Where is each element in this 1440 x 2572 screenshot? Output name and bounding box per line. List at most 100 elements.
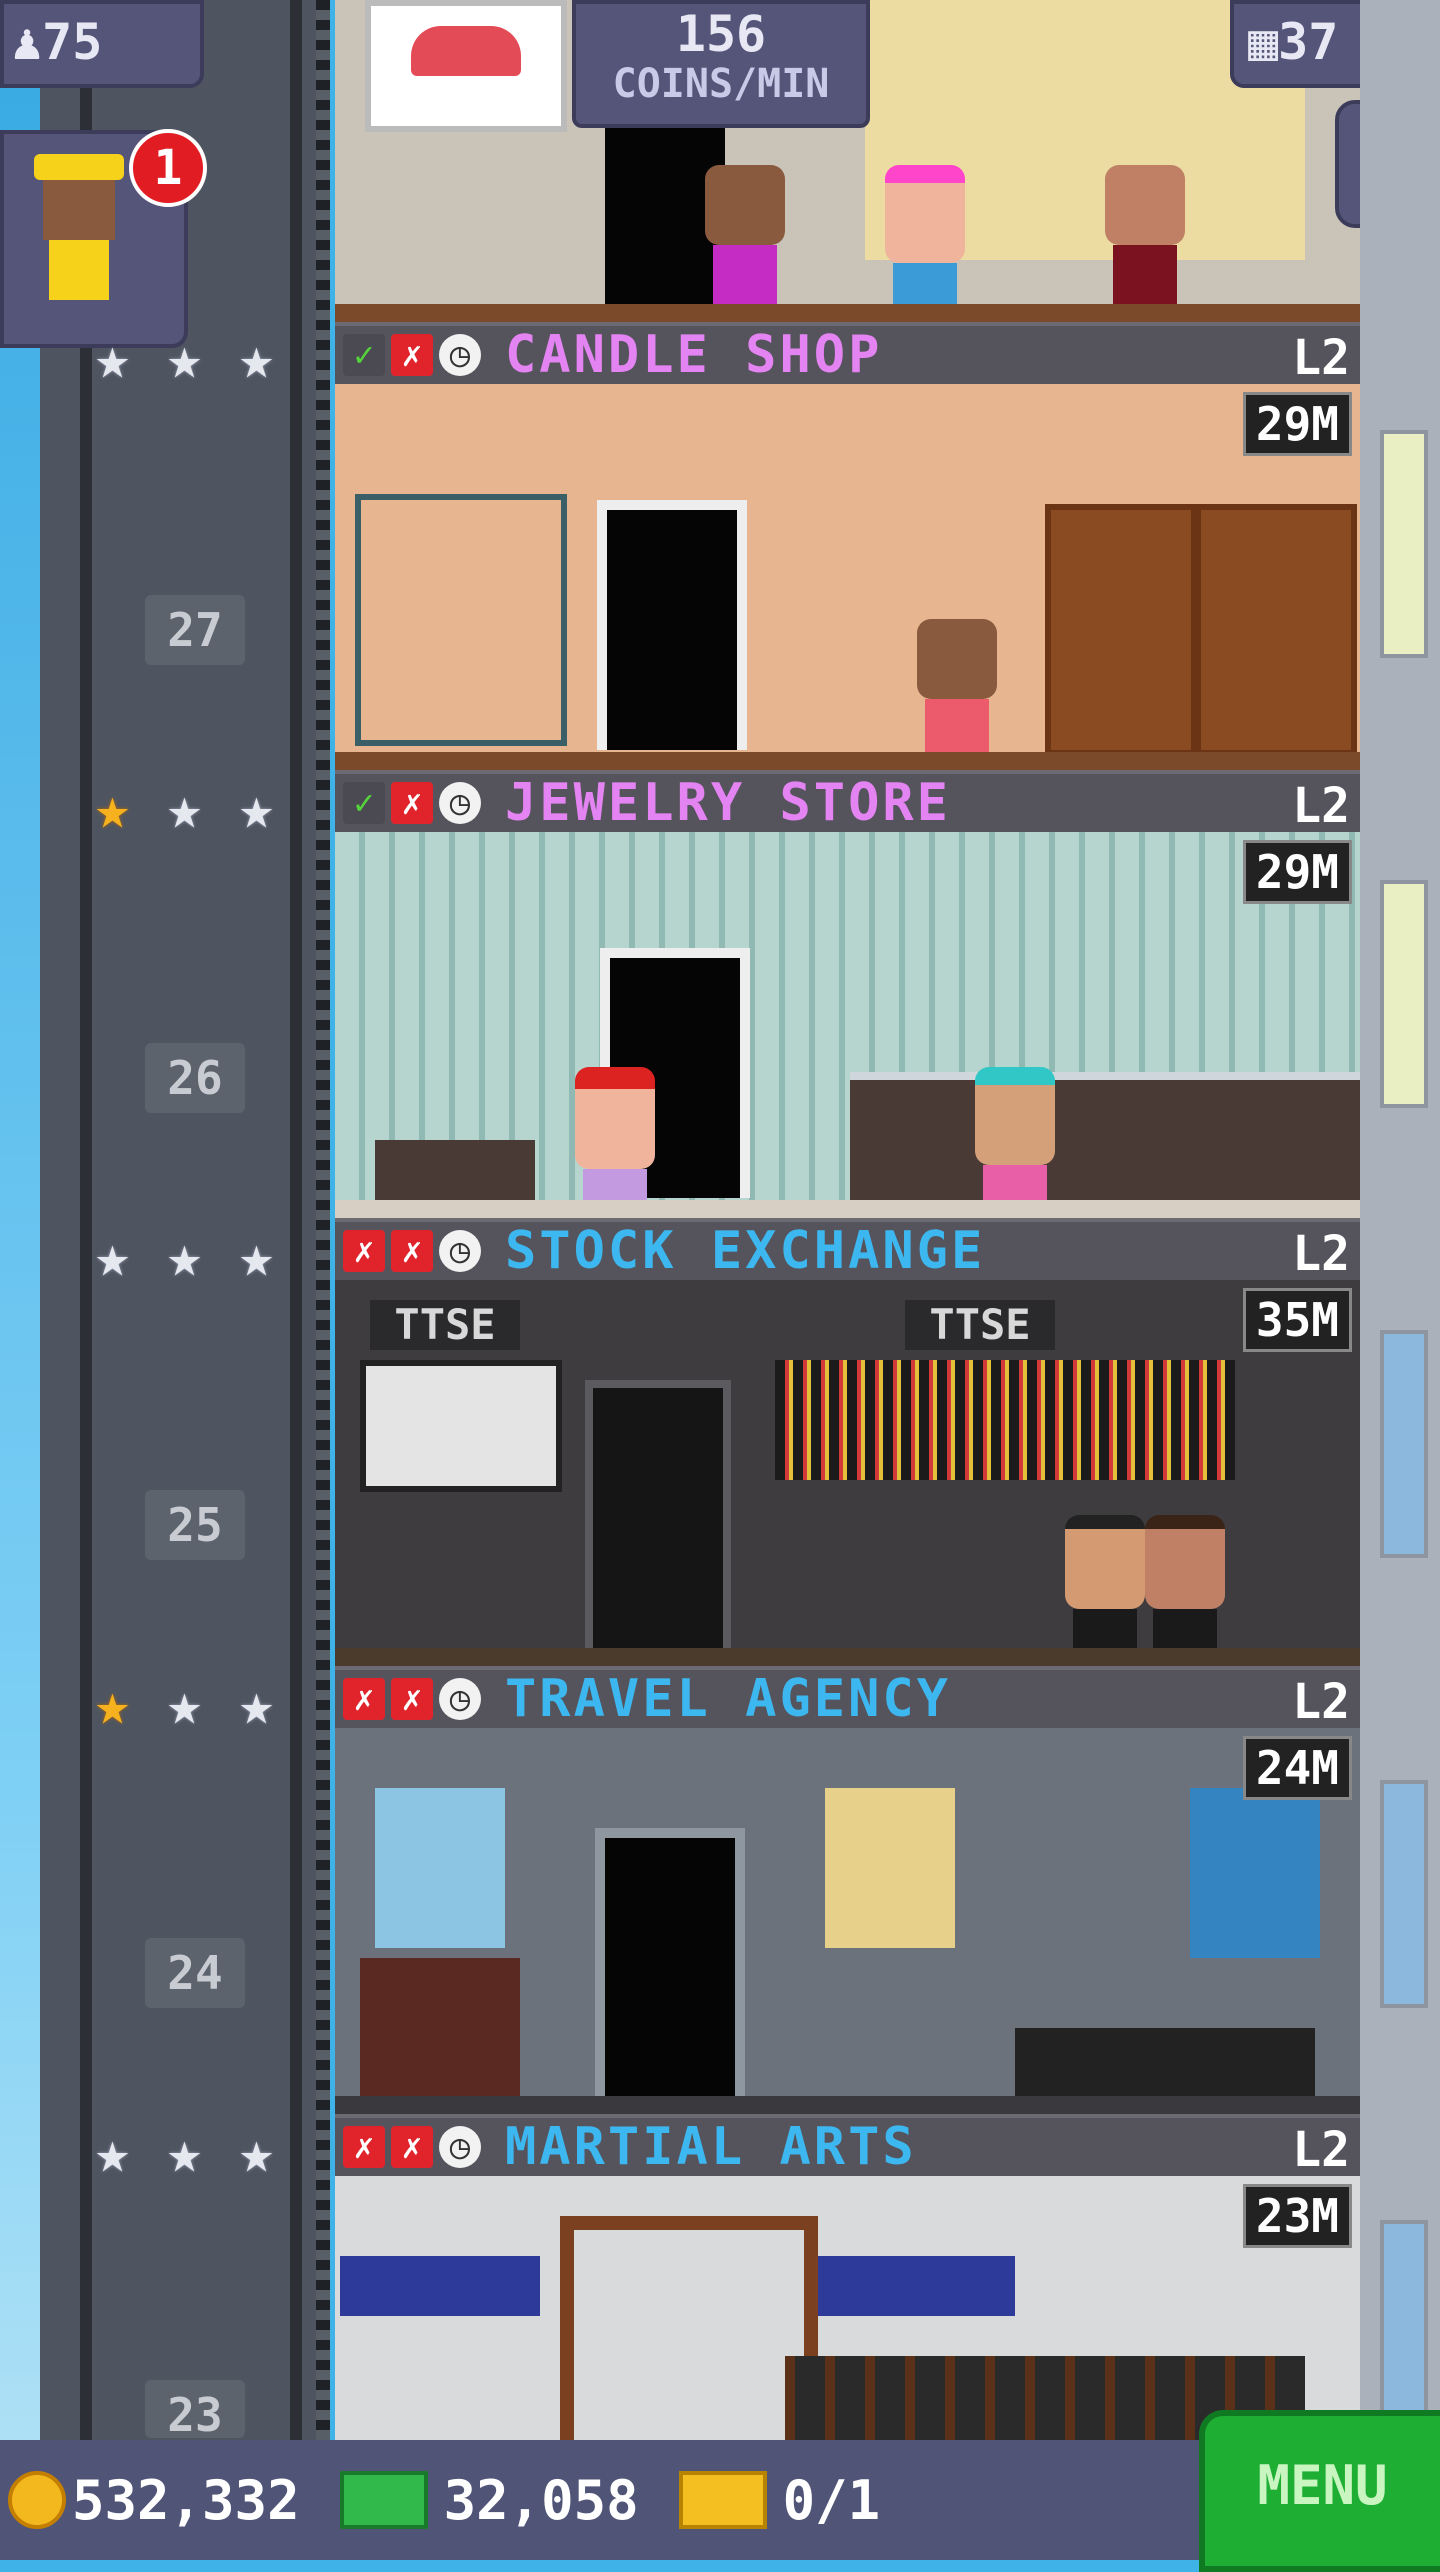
star-icon: ★ — [167, 324, 202, 392]
floor-level: L2 — [1292, 2122, 1350, 2178]
restock-time: 24M — [1242, 1736, 1352, 1800]
x-icon: ✗ — [391, 334, 433, 376]
person-icon: ♟ — [12, 13, 43, 71]
candle-shelf — [1195, 504, 1357, 756]
candle-shelf — [1045, 504, 1197, 756]
bitizen-portrait[interactable]: 1 — [0, 129, 207, 348]
floor-jewelry-store[interactable]: ✓ ✗ ◷ JEWELRY STORE L2 29M — [335, 770, 1360, 1239]
x-icon: ✗ — [391, 1678, 433, 1720]
floor-level: L2 — [1292, 330, 1350, 386]
bux-value: 32,058 — [443, 2468, 639, 2532]
menu-button[interactable]: MENU — [1199, 2410, 1440, 2572]
population-value: 75 — [42, 13, 103, 71]
floor-header: ✓ ✗ ◷ JEWELRY STORE L2 — [335, 770, 1360, 834]
check-icon: ✓ — [343, 334, 385, 376]
door — [585, 1380, 731, 1658]
star-icon: ★ — [239, 324, 274, 392]
star-icon: ★ — [95, 2118, 130, 2186]
floor-stock-exchange[interactable]: ✗ ✗ ◷ STOCK EXCHANGE L2 TTSE TTSE 35M — [335, 1218, 1360, 1679]
x-icon: ✗ — [391, 2126, 433, 2168]
window — [1380, 1780, 1428, 2008]
banner — [340, 2256, 540, 2316]
coins-value: 532,332 — [72, 2468, 300, 2532]
star-icon: ★ — [239, 1670, 274, 1738]
floorboard — [335, 1200, 1360, 1218]
floor-level: L2 — [1292, 1674, 1350, 1730]
coins-rate-unit: COINS/MIN — [612, 61, 830, 107]
visitor[interactable] — [575, 1067, 655, 1239]
building-right-wall — [1360, 0, 1440, 2440]
coins-rate-pill: 156 COINS/MIN — [572, 0, 870, 128]
star-icon: ★ — [239, 1222, 274, 1290]
population-pill[interactable]: ♟75 — [0, 0, 204, 88]
torii-gate — [560, 2216, 818, 2440]
restock-time: 29M — [1242, 840, 1352, 904]
restock-time: 29M — [1242, 392, 1352, 456]
clock-icon: ◷ — [439, 782, 481, 824]
coin-icon — [8, 2471, 66, 2529]
travel-desk — [1015, 2028, 1315, 2098]
clock-icon: ◷ — [439, 1678, 481, 1720]
stock-chart-screen — [360, 1360, 562, 1492]
building-icon: ▦ — [1248, 13, 1279, 71]
star-icon: ★ — [95, 774, 130, 842]
x-icon: ✗ — [391, 1230, 433, 1272]
shoe-poster — [365, 0, 567, 132]
travel-poster — [825, 1788, 955, 1948]
floor-number: 26 — [145, 1043, 245, 1113]
floor-stars-23: ★ ★ ★ — [95, 2122, 299, 2182]
visitor[interactable] — [885, 165, 965, 333]
star-icon: ★ — [167, 774, 202, 842]
cash-icon — [339, 2471, 428, 2529]
star-icon: ★ — [167, 1670, 202, 1738]
restock-time: 35M — [1242, 1288, 1352, 1352]
ttse-sign: TTSE — [370, 1300, 520, 1350]
display-shelf — [355, 494, 567, 746]
floorboard — [335, 1648, 1360, 1666]
shaft-rail-left — [80, 0, 92, 2440]
floor-name: CANDLE SHOP — [505, 325, 883, 385]
notification-badge: 1 — [129, 129, 207, 207]
clock-icon: ◷ — [439, 1230, 481, 1272]
floor-name: JEWELRY STORE — [505, 773, 951, 833]
floor-name: STOCK EXCHANGE — [505, 1221, 986, 1281]
floor-room — [335, 2176, 1360, 2440]
visitor[interactable] — [1065, 1515, 1145, 1679]
floor-room — [335, 1728, 1360, 2114]
door — [597, 500, 747, 750]
floor-header: ✗ ✗ ◷ TRAVEL AGENCY L2 — [335, 1666, 1360, 1730]
visitor[interactable] — [975, 1067, 1055, 1235]
travel-poster — [375, 1788, 505, 1948]
x-icon: ✗ — [391, 782, 433, 824]
visitor[interactable] — [1105, 165, 1185, 315]
clock-icon: ◷ — [439, 2126, 481, 2168]
floor-number: 24 — [145, 1938, 245, 2008]
floor-martial-arts[interactable]: ✗ ✗ ◷ MARTIAL ARTS L2 23M — [335, 2114, 1360, 2440]
visitor[interactable] — [705, 165, 785, 315]
star-icon: ★ — [167, 1222, 202, 1290]
floor-candle-shop[interactable]: ✓ ✗ ◷ CANDLE SHOP L2 29M — [335, 322, 1360, 770]
x-icon: ✗ — [343, 1230, 385, 1272]
visitor[interactable] — [917, 619, 997, 769]
floor-header: ✗ ✗ ◷ STOCK EXCHANGE L2 — [335, 1218, 1360, 1282]
star-icon: ★ — [239, 774, 274, 842]
floor-header: ✗ ✗ ◷ MARTIAL ARTS L2 — [335, 2114, 1360, 2178]
star-icon: ★ — [95, 1670, 130, 1738]
visitor[interactable] — [1145, 1515, 1225, 1679]
x-icon: ✗ — [343, 1678, 385, 1720]
staff-portrait — [360, 1958, 520, 2098]
tickets-value: 0/1 — [782, 2468, 881, 2532]
floor-travel-agency[interactable]: ✗ ✗ ◷ TRAVEL AGENCY L2 24M — [335, 1666, 1360, 2114]
floor-stars-25: ★ ★ ★ — [95, 1226, 299, 1286]
floor-room — [335, 832, 1360, 1239]
jewelry-counter — [850, 1072, 1360, 1200]
star-icon: ★ — [95, 324, 130, 392]
floorboard — [335, 304, 1360, 322]
coins-rate-value: 156 — [675, 5, 767, 63]
floor-stars-24: ★ ★ ★ — [95, 1674, 299, 1734]
floor-number: 27 — [145, 595, 245, 665]
floor-number: 23 — [145, 2380, 245, 2438]
floor-name: MARTIAL ARTS — [505, 2117, 917, 2177]
floor-stars-27: ★ ★ ★ — [95, 328, 299, 388]
floor-room: TTSE TTSE — [335, 1280, 1360, 1679]
